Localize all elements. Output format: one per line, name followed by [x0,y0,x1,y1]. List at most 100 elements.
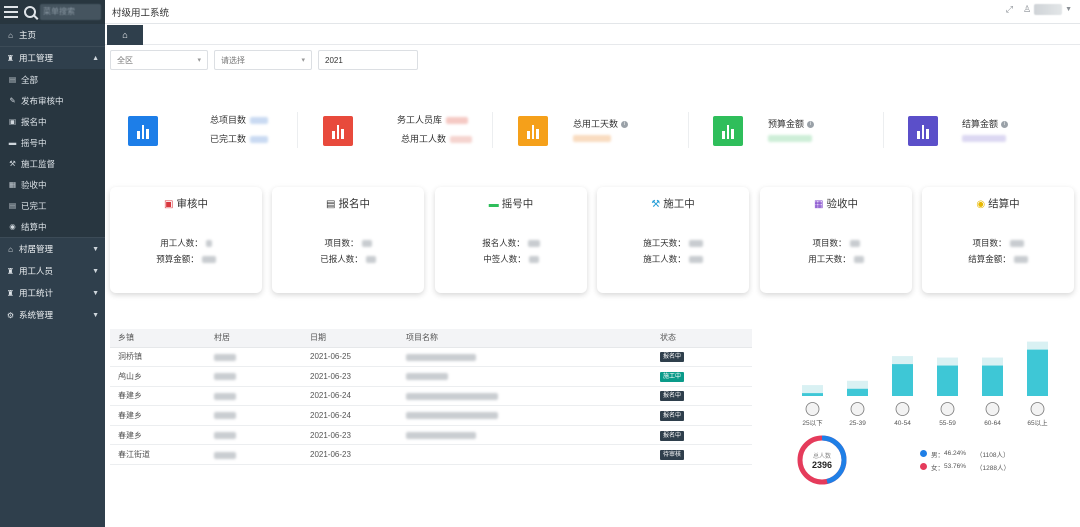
village-icon: ⌂ [8,244,13,254]
menu-toggle-icon[interactable] [4,6,18,18]
cell-project-name [398,347,652,368]
project-table: 乡镇 村居 日期 项目名称 状态 洞桥镇 2021-06-25 报名中 鸬山乡 2021… [110,329,752,466]
year-value: 2021 [325,55,343,65]
bar-chart-icon [713,116,743,146]
sidebar-subitem-all[interactable]: ▤ 全部 [0,69,105,90]
sidebar-item-village-management[interactable]: ⌂ 村居管理 ▼ [0,238,105,260]
bar-25-39 [847,388,868,396]
category-select-value: 请选择 [221,55,245,65]
filter-bar: 全区 ▾ 请选择 ▾ 2021 [110,50,418,70]
table-row[interactable]: 洞桥镇 2021-06-25 报名中 [110,347,752,368]
card-lottery[interactable]: ▬ 摇号中 报名人数： 中签人数： [435,187,587,293]
sidebar-subitem-acceptance[interactable]: ▦ 验收中 [0,174,105,195]
bar-cap [1027,341,1048,350]
bar-40-54 [892,364,913,396]
chevron-down-icon: ▼ [92,311,99,319]
card-construction[interactable]: ⚒ 施工中 施工天数： 施工人数： [597,187,749,293]
cell-project-name [398,366,652,387]
cell-town: 春建乡 [110,425,206,446]
sidebar-item-label: 用工统计 [19,288,54,298]
card-row-label: 用工天数： [808,254,851,264]
sidebar-subitem-completed[interactable]: ▤ 已完工 [0,195,105,216]
top-bar: 村级用工系统 ⤢ ♙ ▼ [105,0,1080,24]
sidebar-item-statistics[interactable]: ♜ 用工统计 ▼ [0,282,105,304]
cell-status: 报名中 [652,386,752,407]
sidebar-subitem-label: 发布审核中 [21,95,64,106]
gear-icon: ⚙ [6,310,15,320]
cell-project-name [398,386,652,407]
category-select[interactable]: 请选择 ▾ [214,50,312,70]
status-badge: 报名中 [660,411,685,422]
card-auditing[interactable]: ▣ 审核中 用工人数： 预算金额： [110,187,262,293]
bar-60-64 [982,365,1003,396]
donut-total-label: 总人数 [813,452,831,460]
sidebar-subitem-label: 验收中 [21,179,47,190]
table-row[interactable]: 鸬山乡 2021-06-23 施工中 [110,366,752,387]
card-acceptance[interactable]: ▦ 验收中 项目数： 用工天数： [760,187,912,293]
card-signup[interactable]: ▤ 报名中 项目数： 已报人数： [272,187,424,293]
card-row-label: 项目数： [324,238,359,248]
legend-label: 男： [931,451,944,459]
column-header: 乡镇 [110,329,206,348]
username[interactable] [1034,4,1063,15]
column-header: 村居 [206,329,302,348]
sidebar: 菜单搜索 ⌂ 主页 ♜ 用工管理 ▲ ▤ 全部 ✎ 发布审核中 ▣ 报名中 ▬ 摇号中 … [0,0,105,527]
sidebar-subitem-label: 已完工 [21,200,47,211]
table-row[interactable]: 春建乡 2021-06-23 报名中 [110,425,752,446]
sidebar-subitem-label: 全部 [21,74,39,85]
bar-55-59 [937,365,958,396]
age-category-label: 40-54 [894,420,911,427]
search-icon[interactable] [24,6,36,18]
cell-date: 2021-06-23 [302,366,398,387]
table-row[interactable]: 春建乡 2021-06-24 报名中 [110,405,752,426]
settlement-icon: ◉ [976,198,986,210]
card-title: 审核中 [176,198,208,210]
gender-legend: 男： 46.24% （1108人） 女： 53.76% （1288人） [920,447,1010,473]
stat-budget: 预算金额 i [695,100,885,160]
card-row-label: 项目数： [972,238,1007,248]
sidebar-subitem-supervision[interactable]: ⚒ 施工监督 [0,153,105,174]
status-badge: 报名中 [660,391,685,402]
sidebar-item-labor-management[interactable]: ♜ 用工管理 ▲ [0,47,105,69]
card-settlement[interactable]: ◉ 结算中 项目数： 结算金额： [922,187,1074,293]
legend-female: 女： 53.76% （1288人） [920,460,1010,473]
completed-icon: ▤ [8,201,17,210]
user-icon[interactable]: ♙ [1023,4,1031,15]
fullscreen-icon[interactable]: ⤢ [1006,4,1013,15]
chevron-down-icon: ▼ [92,289,99,297]
person-face-icon [850,402,865,416]
menu-search-input[interactable]: 菜单搜索 [40,4,101,20]
cell-village [206,386,302,407]
info-icon[interactable]: i [621,121,629,129]
region-select[interactable]: 全区 ▾ [110,50,208,70]
sidebar-subitem-signup[interactable]: ▣ 报名中 [0,111,105,132]
sidebar-item-home[interactable]: ⌂ 主页 [0,24,105,46]
sidebar-subitem-lottery[interactable]: ▬ 摇号中 [0,132,105,153]
tab-home[interactable]: ⌂ [107,25,143,45]
card-row-label: 施工天数： [643,238,686,248]
column-header: 日期 [302,329,398,348]
supervision-icon: ⚒ [9,159,16,168]
sidebar-item-system[interactable]: ⚙ 系统管理 ▼ [0,304,105,326]
card-row-label: 结算金额： [968,254,1011,264]
table-header-row: 乡镇 村居 日期 项目名称 状态 [110,329,752,348]
bar-cap [982,357,1003,366]
card-row-label: 用工人数： [160,238,203,248]
sidebar-item-workers[interactable]: ♜ 用工人员 ▼ [0,260,105,282]
person-face-icon [1030,402,1045,416]
legend-percent: 46.24% [944,450,967,457]
table-row[interactable]: 春江街道 2021-06-23 待审核 [110,444,752,466]
info-icon[interactable]: i [807,121,815,129]
bar-65以上 [1027,349,1048,396]
sidebar-item-label: 系统管理 [19,310,54,320]
year-input[interactable]: 2021 [318,50,418,70]
cell-date: 2021-06-23 [302,444,398,466]
tab-bar: ⌂ [105,25,1080,45]
sidebar-subitem-publish-review[interactable]: ✎ 发布审核中 [0,90,105,111]
chevron-down-icon[interactable]: ▼ [1065,6,1072,13]
sidebar-subitem-settlement[interactable]: ◉ 结算中 [0,216,105,237]
legend-count: （1108人） [976,451,1010,459]
info-icon[interactable]: i [1001,121,1009,129]
table-row[interactable]: 春建乡 2021-06-24 报名中 [110,386,752,407]
sidebar-subitem-label: 施工监督 [21,158,56,169]
